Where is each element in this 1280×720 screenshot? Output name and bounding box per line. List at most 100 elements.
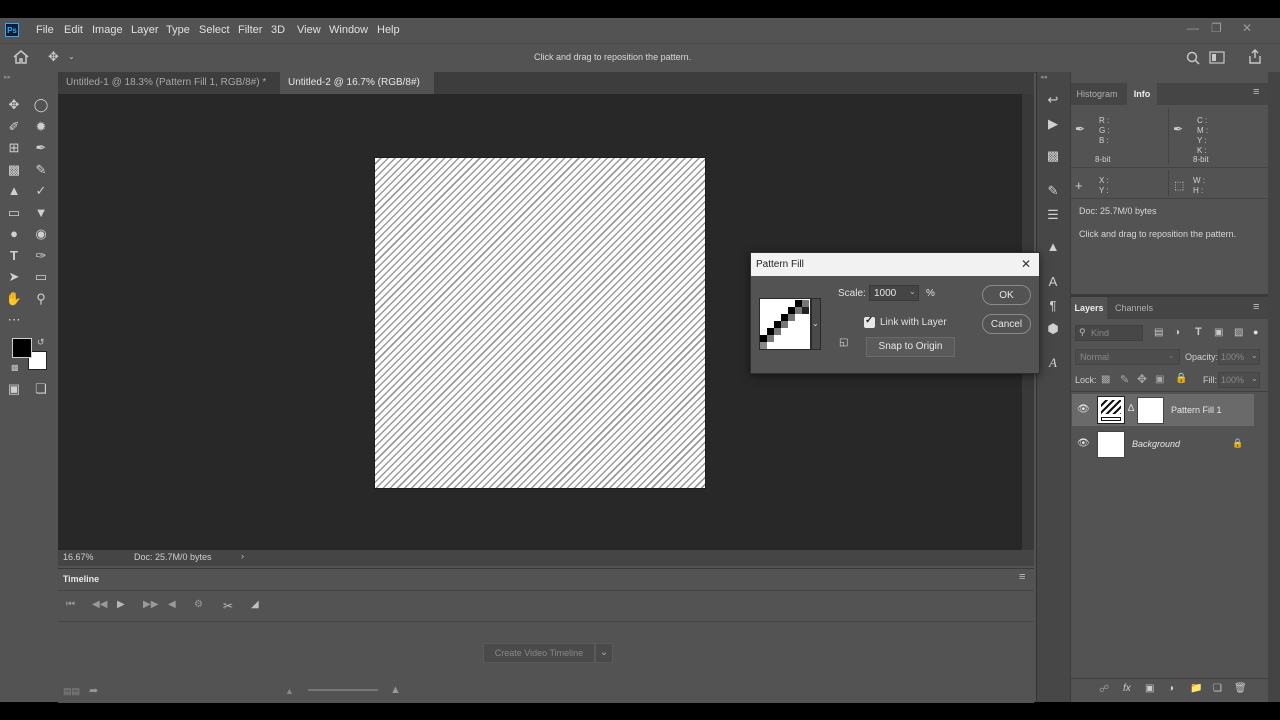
healing-brush-tool-icon[interactable]: ▩ (5, 161, 23, 179)
3d-cube-icon[interactable]: ⬢ (1044, 320, 1062, 338)
frame-animation-icon[interactable]: ▤▤ (63, 686, 80, 697)
brush-settings-icon[interactable]: ☰ (1044, 206, 1062, 224)
panel-menu-icon[interactable]: ≡ (1253, 301, 1259, 313)
filter-pixel-icon[interactable]: ▤ (1154, 327, 1163, 338)
menu-help[interactable]: Help (377, 24, 400, 36)
layer-name[interactable]: Background (1132, 439, 1180, 449)
marquee-tool-icon[interactable]: ◯ (32, 96, 50, 114)
lock-artboard-icon[interactable]: ▣ (1155, 374, 1164, 385)
eyedropper-tool-icon[interactable]: ✒ (32, 139, 50, 157)
tab-channels[interactable]: Channels (1112, 297, 1156, 319)
lock-image-icon[interactable]: ✎ (1120, 373, 1129, 386)
play-icon[interactable]: ▶ (117, 599, 125, 610)
lock-all-icon[interactable]: 🔒 (1175, 373, 1187, 384)
menu-view[interactable]: View (297, 24, 321, 36)
blur-tool-icon[interactable]: ● (5, 225, 23, 243)
menu-file[interactable]: File (36, 24, 54, 36)
lock-icon[interactable]: 🔒 (1232, 438, 1243, 449)
close-icon[interactable]: ✕ (1021, 257, 1031, 271)
menu-3d[interactable]: 3D (271, 24, 285, 36)
menu-window[interactable]: Window (329, 24, 368, 36)
link-chain-icon[interactable]: ∆ (1128, 403, 1134, 414)
quick-select-tool-icon[interactable]: ✹ (32, 118, 50, 136)
new-group-icon[interactable]: 📁 (1190, 683, 1202, 694)
pattern-picker-dropdown[interactable]: ⌄ (811, 298, 821, 350)
filter-kind-select[interactable]: ⚲ Kind (1075, 325, 1143, 341)
search-icon[interactable] (1186, 51, 1200, 65)
menu-filter[interactable]: Filter (238, 24, 262, 36)
next-frame-icon[interactable]: ▶▶ (143, 599, 158, 610)
panel-menu-icon[interactable]: ≡ (1019, 571, 1025, 583)
paint-bucket-tool-icon[interactable]: ▼ (32, 204, 50, 222)
new-layer-icon[interactable]: ❏ (1213, 683, 1222, 694)
lock-position-icon[interactable]: ✥ (1137, 372, 1147, 386)
pattern-preview-swatch[interactable] (759, 298, 811, 350)
ok-button[interactable]: OK (982, 285, 1031, 305)
eraser-tool-icon[interactable]: ▭ (5, 204, 23, 222)
type-tool-icon[interactable]: T (5, 247, 23, 265)
chevron-down-icon[interactable]: ⌄ (68, 52, 75, 61)
pen-tool-icon[interactable]: ✑ (32, 247, 50, 265)
filter-smart-object-icon[interactable]: ▧ (1234, 327, 1243, 338)
tab-info[interactable]: Info (1127, 83, 1157, 105)
history-brush-tool-icon[interactable]: ✓ (32, 182, 50, 200)
layer-mask-thumbnail[interactable] (1137, 397, 1164, 424)
layer-row-background[interactable]: 👁 Background 🔒 (1072, 428, 1254, 460)
previous-frame-icon[interactable]: ◀◀ (92, 599, 107, 610)
collapse-arrows-icon[interactable]: ▸▸ (4, 73, 11, 81)
add-mask-icon[interactable]: ▣ (1145, 683, 1154, 694)
maximize-icon[interactable]: ❐ (1211, 21, 1222, 35)
tab-timeline[interactable]: Timeline (58, 569, 104, 589)
link-layers-icon[interactable]: ☍ (1099, 684, 1109, 695)
menu-layer[interactable]: Layer (131, 24, 159, 36)
scissors-icon[interactable]: ✂ (223, 599, 233, 613)
cancel-button[interactable]: Cancel (982, 314, 1031, 334)
path-selection-tool-icon[interactable]: ➤ (5, 268, 23, 286)
lasso-tool-icon[interactable]: ✐ (5, 118, 23, 136)
new-preset-icon[interactable]: ◱ (839, 337, 848, 348)
move-tool-icon[interactable]: ✥ (5, 96, 23, 114)
tab-histogram[interactable]: Histogram (1071, 83, 1123, 105)
filter-shape-icon[interactable]: ▣ (1214, 327, 1223, 338)
scale-input[interactable]: 1000 ⌄ (869, 285, 919, 301)
menu-image[interactable]: Image (92, 24, 123, 36)
zoom-level[interactable]: 16.67% (63, 552, 94, 562)
snap-to-origin-button[interactable]: Snap to Origin (866, 337, 955, 357)
paragraph-icon[interactable]: ¶ (1044, 297, 1062, 315)
link-with-layer-checkbox[interactable]: ✓ (864, 315, 875, 328)
settings-gear-icon[interactable]: ⚙ (194, 599, 203, 610)
share-icon[interactable] (1248, 49, 1262, 64)
rectangle-tool-icon[interactable]: ▭ (32, 268, 50, 286)
minimize-icon[interactable]: — (1187, 21, 1199, 35)
layer-style-fx-icon[interactable]: fx (1123, 683, 1131, 694)
panel-scrollbar[interactable] (1268, 72, 1280, 702)
visibility-eye-icon[interactable]: 👁 (1077, 404, 1090, 415)
close-window-icon[interactable]: ✕ (1242, 21, 1252, 35)
convert-icon[interactable]: ➦ (89, 684, 98, 697)
pattern-fill-thumbnail[interactable] (1097, 396, 1125, 424)
panel-menu-icon[interactable]: ≡ (1253, 86, 1259, 98)
clone-stamp-tool-icon[interactable]: ▲ (5, 182, 23, 200)
fill-field[interactable]: 100% ⌄ (1218, 372, 1260, 388)
link-with-layer-label[interactable]: Link with Layer (880, 317, 947, 328)
filter-type-icon[interactable]: T (1195, 326, 1202, 338)
filter-toggle-icon[interactable]: ● (1253, 327, 1258, 337)
clone-source-icon[interactable]: ▲ (1044, 238, 1062, 256)
tab-untitled-1[interactable]: Untitled-1 @ 18.3% (Pattern Fill 1, RGB/… (58, 72, 280, 110)
filter-adjustment-icon[interactable]: ◑ (1174, 327, 1180, 338)
dialog-title-bar[interactable]: Pattern Fill ✕ (750, 252, 1040, 276)
menu-edit[interactable]: Edit (64, 24, 83, 36)
blend-mode-select[interactable]: Normal ⌄ (1075, 349, 1180, 365)
workspace-icon[interactable] (1209, 51, 1225, 64)
chevron-down-icon[interactable]: ⌄ (909, 287, 916, 296)
default-colors-icon[interactable]: ▩ (11, 363, 19, 372)
zoom-in-icon[interactable]: ▲ (390, 684, 401, 696)
background-thumbnail[interactable] (1097, 431, 1125, 458)
zoom-tool-icon[interactable]: ⚲ (32, 290, 50, 308)
character-icon[interactable]: A (1044, 273, 1062, 291)
swap-colors-icon[interactable]: ↺ (37, 337, 45, 348)
adjustments-icon[interactable]: ▩ (1044, 147, 1062, 165)
brush-tool-icon[interactable]: ✎ (32, 161, 50, 179)
quick-mask-icon[interactable]: ▣ (5, 380, 23, 398)
eyedropper-icon[interactable]: ✒ (1075, 122, 1085, 136)
